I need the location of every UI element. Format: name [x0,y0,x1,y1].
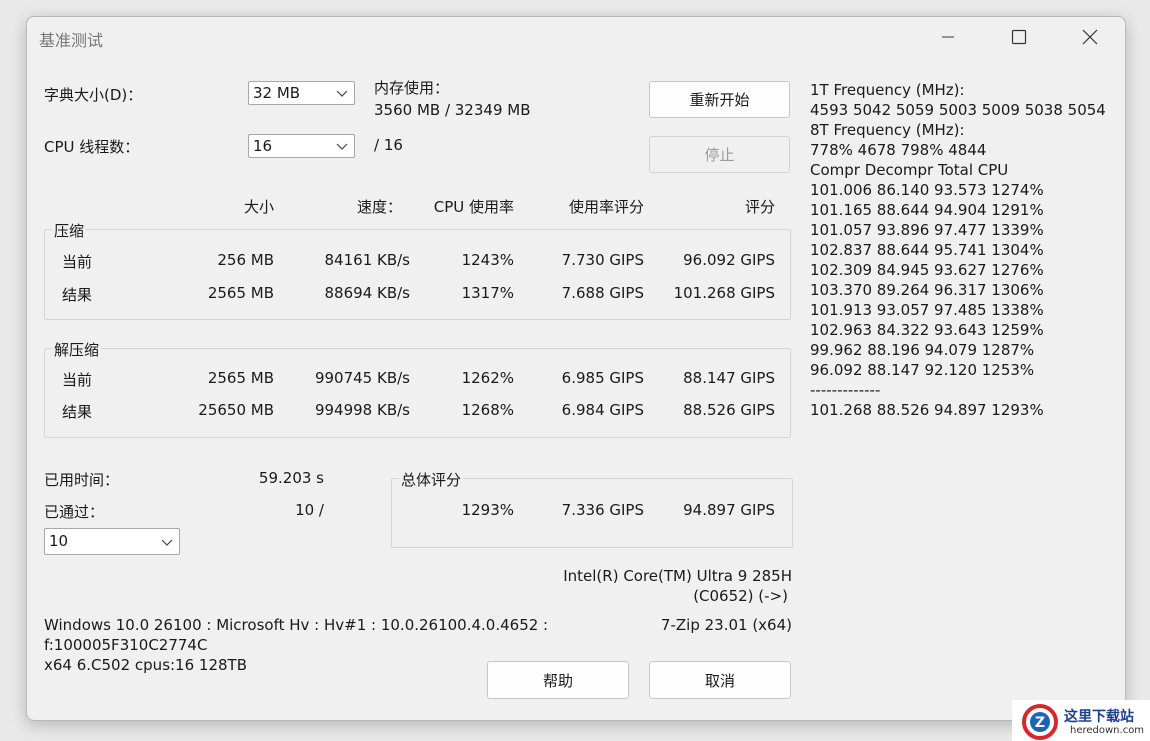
usage-value: 1243% [461,251,514,269]
log-line: 4593 5042 5059 5003 5009 5038 5054 [810,101,1106,119]
threads-label: CPU 线程数： [44,138,140,156]
col-speed: 速度： [356,198,402,216]
usage-rating-value: 7.730 GIPS [561,251,644,269]
cpu-code: (C0652) (->) [693,587,788,605]
dict-size-label: 字典大小(D)： [44,86,143,104]
threads-select[interactable]: 16 [248,134,355,158]
col-size: 大小 [243,198,274,216]
log-line: 8T Frequency (MHz): [810,121,965,139]
heredown-logo-icon: Z [1022,704,1058,740]
log-line: 102.837 88.644 95.741 1304% [810,241,1044,259]
svg-text:Z: Z [1035,715,1045,731]
log-line: 101.057 93.896 97.477 1339% [810,221,1044,239]
usage-value: 1268% [461,401,514,419]
stop-button[interactable]: 停止 [649,136,790,173]
row-label: 当前 [62,371,93,389]
sysinfo-line: x64 6.C502 cpus:16 128TB [44,656,247,674]
minimize-button[interactable] [925,17,971,57]
threads-value: 16 [253,137,273,155]
close-icon [1082,29,1098,45]
log-line: 1T Frequency (MHz): [810,81,965,99]
row-label: 结果 [62,286,93,304]
log-line: 101.006 86.140 93.573 1274% [810,181,1044,199]
total-usage: 1293% [461,501,514,519]
compress-label: 压缩 [52,220,87,241]
log-line: Compr Decompr Total CPU [810,161,1009,179]
usage-rating-value: 6.984 GIPS [561,401,644,419]
usage-value: 1262% [461,369,514,387]
sysinfo-line: Windows 10.0 26100 : Microsoft Hv : Hv#1… [44,616,549,634]
size-value: 25650 MB [198,401,274,419]
log-line: 103.370 89.264 96.317 1306% [810,281,1044,299]
size-value: 2565 MB [207,284,274,302]
compress-group [44,229,791,320]
row-label: 当前 [62,253,93,271]
version-label: 7-Zip 23.01 (x64) [660,616,792,634]
passes-select[interactable]: 10 [44,528,180,555]
usage-value: 1317% [461,284,514,302]
log-line: 778% 4678 798% 4844 [810,141,987,159]
total-rating: 94.897 GIPS [683,501,775,519]
dict-size-value: 32 MB [253,84,301,102]
decompress-label: 解压缩 [52,339,102,360]
cancel-button[interactable]: 取消 [649,661,791,699]
rating-value: 88.147 GIPS [683,369,775,387]
log-line: 101.165 88.644 94.904 1291% [810,201,1044,219]
passes-label: 已通过： [44,503,105,521]
col-cpu-usage: CPU 使用率 [433,198,514,216]
speed-value: 84161 KB/s [324,251,410,269]
row-label: 结果 [62,403,93,421]
memory-label: 内存使用： [374,79,450,97]
speed-value: 994998 KB/s [314,401,410,419]
benchmark-window: 基准测试 字典大小(D)： 32 MB CPU 线程数： 16 / 16 内存使… [26,16,1126,721]
chevron-down-icon [336,90,348,97]
size-value: 256 MB [217,251,274,269]
passes-value: 10 / [295,501,324,519]
usage-rating-value: 7.688 GIPS [561,284,644,302]
col-usage-rating: 使用率评分 [568,198,644,216]
total-label: 总体评分 [399,469,464,490]
chevron-down-icon [336,143,348,150]
usage-rating-value: 6.985 GIPS [561,369,644,387]
maximize-button[interactable] [996,17,1042,57]
speed-value: 990745 KB/s [314,369,410,387]
close-button[interactable] [1067,17,1113,57]
size-value: 2565 MB [207,369,274,387]
watermark-title: 这里下载站 [1064,709,1134,725]
log-line: 102.963 84.322 93.643 1259% [810,321,1044,339]
chevron-down-icon [161,539,173,546]
passes-select-value: 10 [49,532,69,550]
dict-size-select[interactable]: 32 MB [248,81,355,105]
log-line: 99.962 88.196 94.079 1287% [810,341,1035,359]
cpu-name: Intel(R) Core(TM) Ultra 9 285H [563,567,792,585]
decompress-group [44,348,791,438]
log-line: 101.268 88.526 94.897 1293% [810,401,1044,419]
restart-button[interactable]: 重新开始 [649,81,790,118]
log-line: 101.913 93.057 97.485 1338% [810,301,1044,319]
col-rating: 评分 [744,198,775,216]
memory-value: 3560 MB / 32349 MB [374,101,531,119]
window-title: 基准测试 [39,31,104,50]
speed-value: 88694 KB/s [324,284,410,302]
rating-value: 101.268 GIPS [673,284,775,302]
help-button[interactable]: 帮助 [487,661,629,699]
minimize-icon [942,36,954,38]
log-line: ------------- [810,381,881,399]
total-usage-rating: 7.336 GIPS [561,501,644,519]
site-watermark: Z 这里下载站 heredown.com [1012,700,1150,741]
watermark-url: heredown.com [1070,725,1145,736]
sysinfo-line: f:100005F310C2774C [44,636,208,654]
rating-value: 96.092 GIPS [683,251,775,269]
elapsed-label: 已用时间： [44,471,120,489]
elapsed-value: 59.203 s [258,469,324,487]
rating-value: 88.526 GIPS [683,401,775,419]
log-line: 96.092 88.147 92.120 1253% [810,361,1035,379]
log-line: 102.309 84.945 93.627 1276% [810,261,1044,279]
threads-max: / 16 [374,136,403,154]
maximize-icon [1011,29,1027,45]
